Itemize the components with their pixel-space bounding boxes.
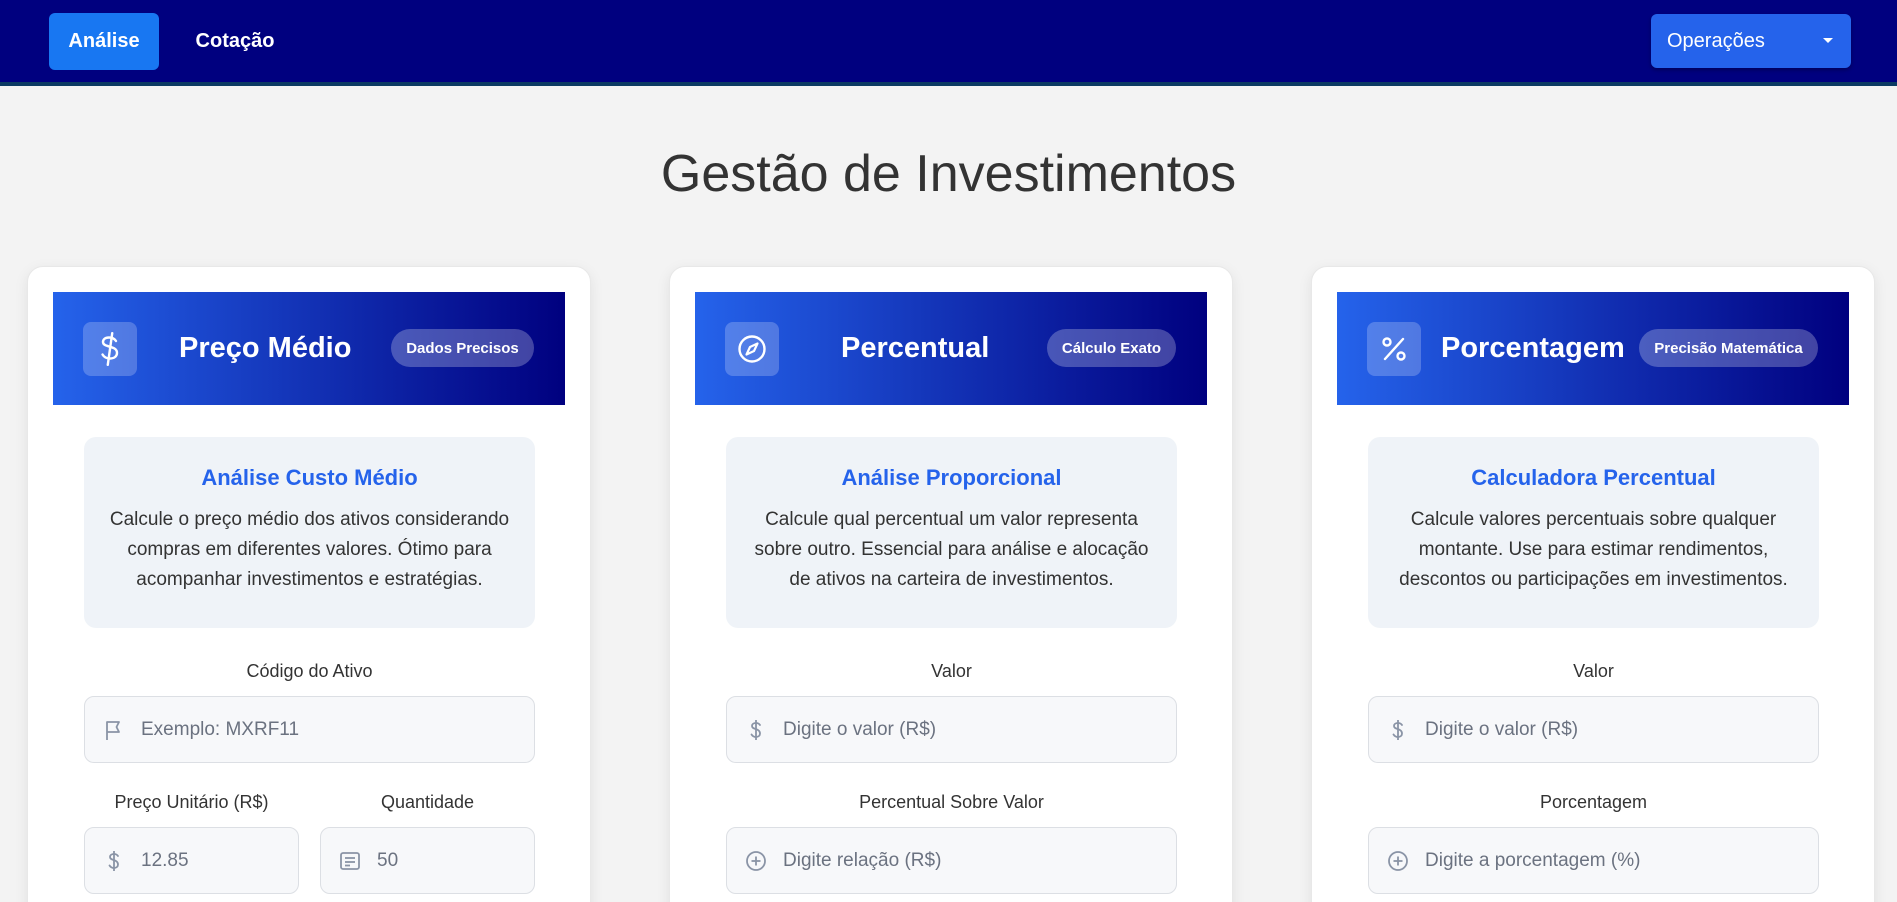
card-badge: Dados Precisos bbox=[391, 329, 534, 367]
dollar-icon bbox=[103, 850, 125, 872]
label-preco-unitario: Preço Unitário (R$) bbox=[114, 792, 269, 812]
label-quantidade: Quantidade bbox=[380, 792, 475, 812]
operations-label: Operações bbox=[1667, 29, 1765, 52]
card-badge: Cálculo Exato bbox=[1047, 329, 1176, 367]
value-placeholder: Digite o valor (R$) bbox=[783, 718, 937, 740]
info-text: Calcule valores percentuais sobre qualqu… bbox=[1399, 509, 1788, 590]
unit-price-value: 12.85 bbox=[141, 849, 189, 871]
page-title: Gestão de Investimentos bbox=[660, 145, 1237, 203]
info-text: Calcule qual percentual um valor represe… bbox=[754, 509, 1149, 590]
card-title: Porcentagem bbox=[1441, 332, 1625, 364]
percent-icon bbox=[1367, 322, 1421, 376]
label-valor: Valor bbox=[1573, 661, 1614, 681]
card-porcentagem: Porcentagem Precisão Matemática Calculad… bbox=[1311, 266, 1875, 902]
list-box-icon bbox=[339, 850, 361, 872]
asset-code-placeholder: Exemplo: MXRF11 bbox=[141, 718, 300, 740]
tab-analise[interactable]: Análise bbox=[49, 13, 159, 70]
card-preco-medio: Preço Médio Dados Precisos Análise Custo… bbox=[27, 266, 591, 902]
info-box: Análise Custo Médio Calcule o preço médi… bbox=[84, 437, 535, 628]
value-input[interactable]: Digite o valor (R$) bbox=[1368, 696, 1819, 763]
info-box: Calculadora Percentual Calcule valores p… bbox=[1368, 437, 1819, 628]
flag-icon bbox=[103, 719, 125, 741]
card-badge: Precisão Matemática bbox=[1639, 329, 1818, 367]
value-input[interactable]: Digite o valor (R$) bbox=[726, 696, 1177, 763]
compass-icon bbox=[725, 322, 779, 376]
relation-input[interactable]: Digite relação (R$) bbox=[726, 827, 1177, 894]
percentage-placeholder: Digite a porcentagem (%) bbox=[1425, 849, 1641, 871]
card-title: Percentual bbox=[841, 332, 990, 364]
dollar-icon bbox=[83, 322, 137, 376]
info-text: Calcule o preço médio dos ativos conside… bbox=[109, 509, 510, 590]
info-title: Análise Proporcional bbox=[841, 465, 1062, 490]
operations-dropdown[interactable]: Operações bbox=[1651, 14, 1851, 68]
plus-circle-icon bbox=[745, 850, 767, 872]
plus-circle-icon bbox=[1387, 850, 1409, 872]
unit-price-input[interactable]: 12.85 bbox=[84, 827, 299, 894]
card-header: Preço Médio Dados Precisos bbox=[53, 292, 565, 405]
relation-placeholder: Digite relação (R$) bbox=[783, 849, 942, 871]
label-codigo-ativo: Código do Ativo bbox=[246, 661, 373, 681]
card-percentual: Percentual Cálculo Exato Análise Proporc… bbox=[669, 266, 1233, 902]
dollar-icon bbox=[1387, 719, 1409, 741]
label-percentual-sobre-valor: Percentual Sobre Valor bbox=[859, 792, 1044, 812]
chevron-down-icon bbox=[1823, 38, 1833, 43]
quantity-value: 50 bbox=[377, 849, 399, 871]
quantity-input[interactable]: 50 bbox=[320, 827, 535, 894]
dollar-icon bbox=[745, 719, 767, 741]
tab-cotacao[interactable]: Cotação bbox=[180, 13, 290, 70]
label-valor: Valor bbox=[931, 661, 972, 681]
label-porcentagem: Porcentagem bbox=[1539, 792, 1648, 812]
info-title: Calculadora Percentual bbox=[1471, 465, 1716, 490]
value-placeholder: Digite o valor (R$) bbox=[1425, 718, 1579, 740]
info-box: Análise Proporcional Calcule qual percen… bbox=[726, 437, 1177, 628]
top-navbar: Análise Cotação Operações bbox=[0, 0, 1897, 86]
card-header: Percentual Cálculo Exato bbox=[695, 292, 1207, 405]
asset-code-input[interactable]: Exemplo: MXRF11 bbox=[84, 696, 535, 763]
card-title: Preço Médio bbox=[179, 332, 352, 364]
card-header: Porcentagem Precisão Matemática bbox=[1337, 292, 1849, 405]
info-title: Análise Custo Médio bbox=[201, 465, 418, 490]
percentage-input[interactable]: Digite a porcentagem (%) bbox=[1368, 827, 1819, 894]
